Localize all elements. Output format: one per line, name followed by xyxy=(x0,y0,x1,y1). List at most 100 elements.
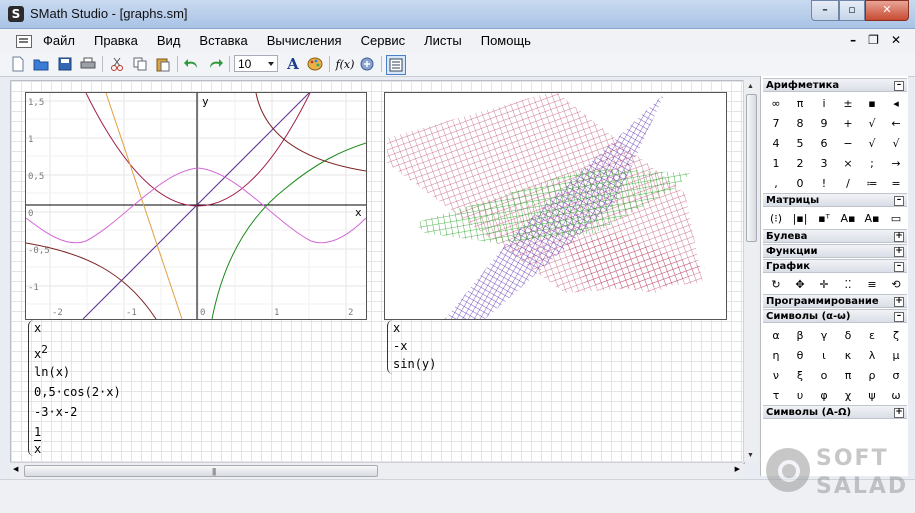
arithmetic-symbol-button[interactable]: ← xyxy=(884,113,908,133)
greek-letter-button[interactable]: γ xyxy=(812,325,836,345)
matrix-tool-button[interactable]: |▪| xyxy=(788,208,812,228)
arithmetic-symbol-button[interactable]: = xyxy=(884,173,908,193)
menu-sheets[interactable]: Листы xyxy=(424,33,462,48)
graph-tool-button[interactable]: ✥ xyxy=(788,274,812,294)
arithmetic-symbol-button[interactable]: √ xyxy=(860,133,884,153)
section-arithmetic[interactable]: Арифметика – xyxy=(763,78,907,92)
greek-letter-button[interactable]: η xyxy=(764,345,788,365)
greek-letter-button[interactable]: λ xyxy=(860,345,884,365)
graph-tool-button[interactable]: ⟲ xyxy=(884,274,908,294)
document-menu-icon[interactable] xyxy=(16,35,32,48)
arithmetic-symbol-button[interactable]: ! xyxy=(812,173,836,193)
arithmetic-symbol-button[interactable]: ▪ xyxy=(860,93,884,113)
calculate-icon[interactable] xyxy=(358,55,376,73)
greek-letter-button[interactable]: κ xyxy=(836,345,860,365)
collapse-icon[interactable]: – xyxy=(894,312,904,322)
matrix-tool-button[interactable]: ▪ᵀ xyxy=(812,208,836,228)
arithmetic-symbol-button[interactable]: → xyxy=(884,153,908,173)
greek-letter-button[interactable]: τ xyxy=(764,385,788,405)
greek-letter-button[interactable]: ξ xyxy=(788,365,812,385)
copy-icon[interactable] xyxy=(131,55,149,73)
sidebar-panel-icon[interactable] xyxy=(386,55,406,75)
maximize-button[interactable]: ▫ xyxy=(839,0,865,21)
matrix-tool-button[interactable]: (⁝) xyxy=(764,208,788,228)
undo-icon[interactable] xyxy=(183,55,201,73)
collapse-icon[interactable]: – xyxy=(894,196,904,206)
matrix-tool-button[interactable]: ▭ xyxy=(884,208,908,228)
greek-letter-button[interactable]: α xyxy=(764,325,788,345)
section-greek-upper[interactable]: Символы (А-Ω) + xyxy=(763,405,907,419)
matrix-tool-button[interactable]: A▪ xyxy=(860,208,884,228)
greek-letter-button[interactable]: χ xyxy=(836,385,860,405)
menu-view[interactable]: Вид xyxy=(157,33,181,48)
arithmetic-symbol-button[interactable]: / xyxy=(836,173,860,193)
section-greek-lower[interactable]: Символы (α-ω) – xyxy=(763,309,907,323)
vertical-scrollbar[interactable]: ▲ ▼ xyxy=(743,80,758,462)
palette-icon[interactable] xyxy=(306,55,324,73)
section-programming[interactable]: Программирование + xyxy=(763,294,907,308)
menu-file[interactable]: Файл xyxy=(43,33,75,48)
plot-2d[interactable]: y x 1,5 1 0,5 0 -0,5 -1 -2 -1 0 1 2 xyxy=(25,92,367,320)
text-color-icon[interactable]: A xyxy=(284,55,302,73)
scroll-up-icon[interactable]: ▲ xyxy=(747,83,754,90)
greek-letter-button[interactable]: ψ xyxy=(860,385,884,405)
arithmetic-symbol-button[interactable]: 7 xyxy=(764,113,788,133)
cut-icon[interactable] xyxy=(108,55,126,73)
arithmetic-symbol-button[interactable]: 1 xyxy=(764,153,788,173)
arithmetic-symbol-button[interactable]: + xyxy=(836,113,860,133)
doc-close-button[interactable]: ✕ xyxy=(891,33,901,47)
new-file-icon[interactable] xyxy=(9,55,27,73)
graph-tool-button[interactable]: ↻ xyxy=(764,274,788,294)
function-list[interactable]: x x2 ln(x) 0,5·cos(2·x) -3·x-2 1 x xyxy=(34,320,121,457)
greek-letter-button[interactable]: ρ xyxy=(860,365,884,385)
doc-restore-button[interactable]: ❐ xyxy=(868,33,879,47)
arithmetic-symbol-button[interactable]: 5 xyxy=(788,133,812,153)
expand-icon[interactable]: + xyxy=(894,247,904,257)
open-folder-icon[interactable] xyxy=(32,55,50,73)
horizontal-scroll-thumb[interactable]: ||| xyxy=(24,465,378,477)
greek-letter-button[interactable]: θ xyxy=(788,345,812,365)
scroll-down-icon[interactable]: ▼ xyxy=(747,452,754,459)
greek-letter-button[interactable]: ν xyxy=(764,365,788,385)
insert-function-button[interactable]: f(x) xyxy=(334,55,356,73)
greek-letter-button[interactable]: ω xyxy=(884,385,908,405)
arithmetic-symbol-button[interactable]: × xyxy=(836,153,860,173)
menu-tools[interactable]: Сервис xyxy=(361,33,406,48)
section-boolean[interactable]: Булева + xyxy=(763,229,907,243)
close-button[interactable]: ✕ xyxy=(865,0,909,21)
arithmetic-symbol-button[interactable]: 3 xyxy=(812,153,836,173)
expand-icon[interactable]: + xyxy=(894,232,904,242)
menu-insert[interactable]: Вставка xyxy=(199,33,247,48)
arithmetic-symbol-button[interactable]: ≔ xyxy=(860,173,884,193)
font-size-select[interactable]: 10 xyxy=(234,55,278,72)
arithmetic-symbol-button[interactable]: 9 xyxy=(812,113,836,133)
greek-letter-button[interactable]: φ xyxy=(812,385,836,405)
arithmetic-symbol-button[interactable]: ∞ xyxy=(764,93,788,113)
arithmetic-symbol-button[interactable]: − xyxy=(836,133,860,153)
arithmetic-symbol-button[interactable]: ± xyxy=(836,93,860,113)
expand-icon[interactable]: + xyxy=(894,408,904,418)
scroll-right-icon[interactable]: ▶ xyxy=(735,465,740,473)
greek-letter-button[interactable]: μ xyxy=(884,345,908,365)
arithmetic-symbol-button[interactable]: π xyxy=(788,93,812,113)
greek-letter-button[interactable]: ι xyxy=(812,345,836,365)
greek-letter-button[interactable]: υ xyxy=(788,385,812,405)
section-graph[interactable]: График – xyxy=(763,259,907,273)
save-icon[interactable] xyxy=(56,55,74,73)
minimize-button[interactable]: – xyxy=(811,0,839,21)
greek-letter-button[interactable]: π xyxy=(836,365,860,385)
graph-tool-button[interactable]: ≡ xyxy=(860,274,884,294)
doc-minimize-button[interactable]: – xyxy=(850,33,856,47)
arithmetic-symbol-button[interactable]: 6 xyxy=(812,133,836,153)
section-functions[interactable]: Функции + xyxy=(763,244,907,258)
arithmetic-symbol-button[interactable]: ; xyxy=(860,153,884,173)
vertical-scroll-thumb[interactable] xyxy=(746,94,757,242)
redo-icon[interactable] xyxy=(206,55,224,73)
arithmetic-symbol-button[interactable]: i xyxy=(812,93,836,113)
graph-tool-button[interactable]: ⁚⁚ xyxy=(836,274,860,294)
plot-3d[interactable] xyxy=(384,92,727,320)
greek-letter-button[interactable]: ο xyxy=(812,365,836,385)
horizontal-scrollbar[interactable]: ◀ ||| ▶ xyxy=(10,462,743,479)
menu-edit[interactable]: Правка xyxy=(94,33,138,48)
greek-letter-button[interactable]: σ xyxy=(884,365,908,385)
